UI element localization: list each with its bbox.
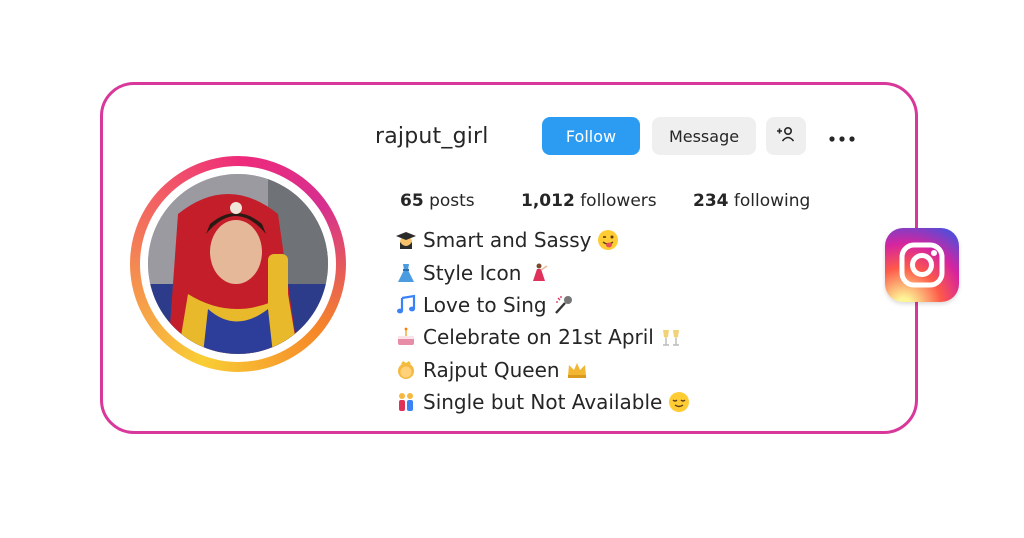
posts-label: posts <box>429 191 475 211</box>
microphone-icon <box>553 294 575 316</box>
crown-icon <box>566 359 588 381</box>
message-button[interactable]: Message <box>652 117 756 155</box>
graduation-cap-icon <box>395 229 417 251</box>
couple-icon <box>395 391 417 413</box>
follow-button[interactable]: Follow <box>542 117 640 155</box>
bio-text: Style Icon <box>423 260 522 285</box>
dancer-icon <box>527 262 549 284</box>
dress-icon <box>395 262 417 284</box>
bio-text: Single but Not Available <box>423 390 663 415</box>
more-options-icon <box>828 127 856 146</box>
bio-line: Celebrate on 21st April <box>395 321 690 353</box>
music-notes-icon <box>395 294 417 316</box>
bio-text: Rajput Queen <box>423 357 560 382</box>
bio-line: Smart and Sassy <box>395 224 690 256</box>
following-stat[interactable]: 234 following <box>693 191 810 211</box>
bio-text: Love to Sing <box>423 292 547 317</box>
bio-line: Love to Sing <box>395 289 690 321</box>
more-options-button[interactable] <box>826 122 858 150</box>
followers-count: 1,012 <box>521 191 575 211</box>
bio-line: Style Icon <box>395 256 690 288</box>
princess-icon <box>395 359 417 381</box>
posts-stat[interactable]: 65 posts <box>400 191 475 211</box>
profile-bio: Smart and Sassy Style Icon Love to Sing … <box>395 224 690 418</box>
following-label: following <box>733 191 811 211</box>
clinking-glasses-icon <box>660 326 682 348</box>
bio-text: Celebrate on 21st April <box>423 325 654 350</box>
followers-stat[interactable]: 1,012 followers <box>521 191 657 211</box>
bio-line: Single but Not Available <box>395 386 690 418</box>
avatar-story-ring[interactable] <box>130 156 346 372</box>
followers-label: followers <box>580 191 657 211</box>
bio-text: Smart and Sassy <box>423 228 592 253</box>
winking-tongue-face-icon <box>597 229 619 251</box>
relieved-face-icon <box>668 391 690 413</box>
profile-username: rajput_girl <box>375 124 489 149</box>
avatar <box>148 174 328 354</box>
bio-line: Rajput Queen <box>395 354 690 386</box>
suggest-user-button[interactable] <box>766 117 806 155</box>
following-count: 234 <box>693 191 729 211</box>
add-user-icon <box>776 126 796 146</box>
posts-count: 65 <box>400 191 424 211</box>
instagram-logo <box>885 228 959 302</box>
birthday-cake-icon <box>395 326 417 348</box>
